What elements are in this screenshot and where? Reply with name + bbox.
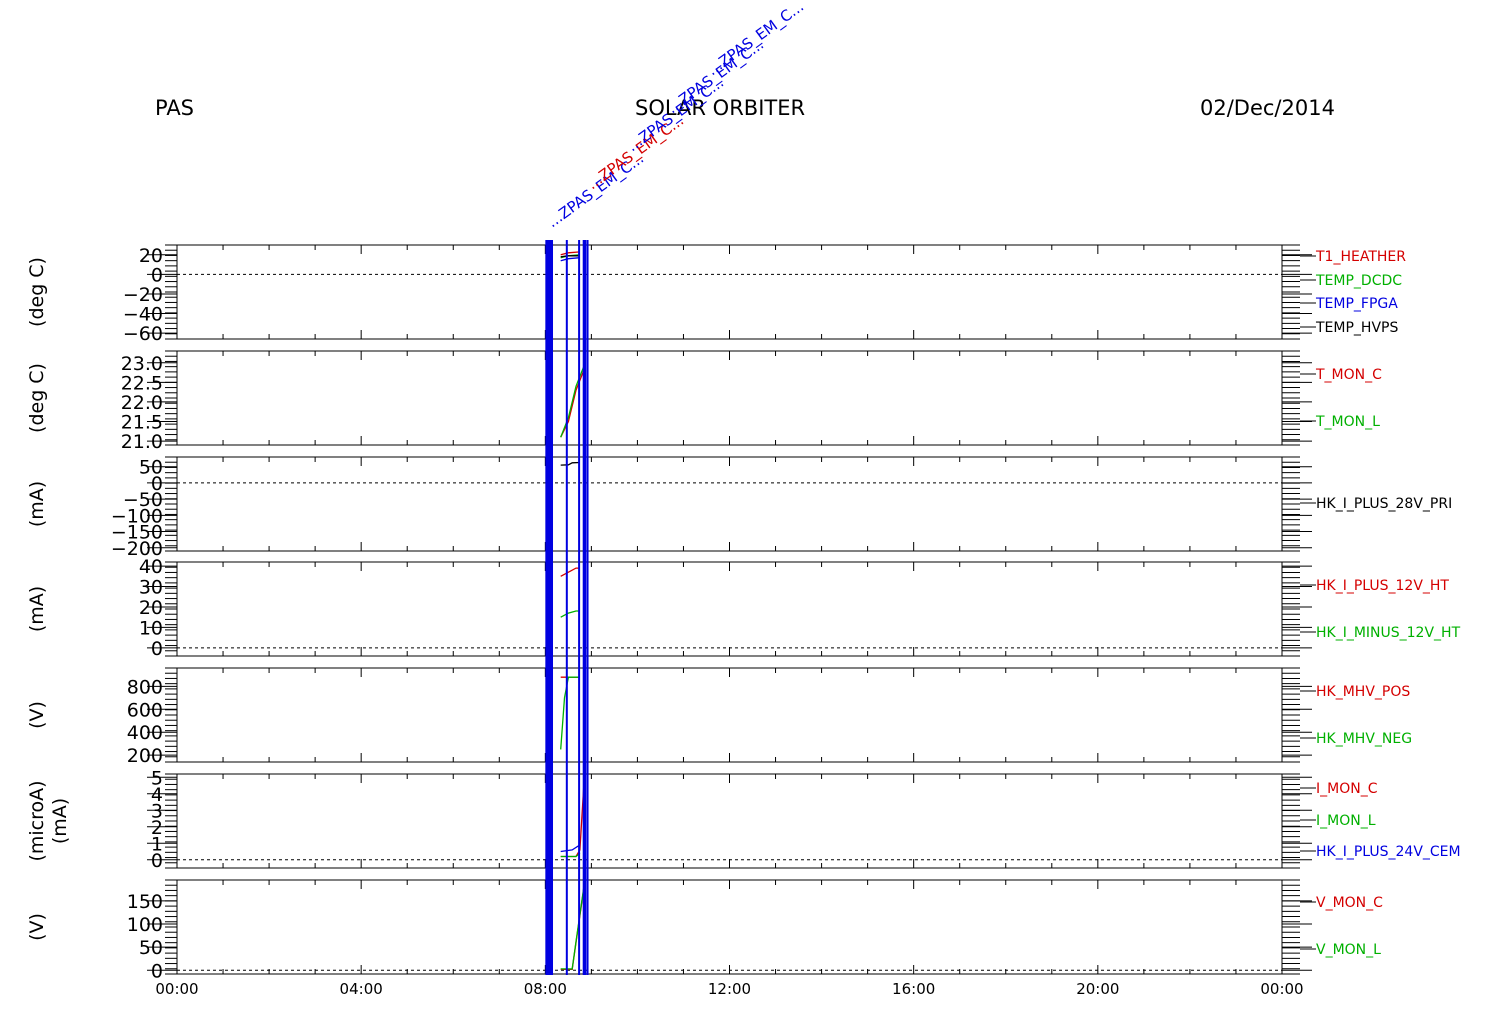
y-tick-label: 20 — [139, 597, 163, 619]
y-tick-label: 22.0 — [121, 392, 163, 414]
header-date: 02/Dec/2014 — [1200, 96, 1335, 120]
legend-label: I_MON_L — [1316, 813, 1376, 829]
y-tick-label: 200 — [127, 745, 163, 767]
legend-label: TEMP_DCDC — [1315, 273, 1402, 289]
series-line-temp_fpga — [560, 257, 580, 262]
series-line-t_mon_l — [560, 366, 585, 438]
panel-frame — [176, 244, 1283, 340]
y-tick-label: 10 — [139, 617, 163, 639]
panel-frame — [176, 456, 1283, 552]
series-line-temp_hvps — [560, 255, 580, 258]
legend-label: HK_I_PLUS_28V_PRI — [1316, 496, 1452, 512]
x-tick-label: 04:00 — [340, 980, 383, 998]
legend-label: V_MON_L — [1316, 942, 1381, 958]
panel-frame — [176, 350, 1283, 446]
y-axis-label: (deg C) — [26, 363, 48, 433]
y-tick-label: 600 — [127, 699, 163, 721]
y-tick-label: 50 — [139, 937, 163, 959]
marker-annotation: ...ZPAS_EM_C... — [704, 0, 808, 80]
y-axis-label: (V) — [26, 913, 48, 941]
panels-layer: −60−40−20020(deg C)T1_HEATHERTEMP_DCDCTE… — [26, 244, 1461, 982]
y-tick-label: 0 — [151, 638, 163, 660]
y-tick-label: 0 — [151, 960, 163, 982]
header-instrument: PAS — [155, 96, 194, 120]
panel-frame — [176, 561, 1283, 657]
series-line-v_mon_c — [560, 889, 585, 971]
x-axis: 00:00 04:00 08:00 12:00 16:00 20:00 00:00 — [155, 980, 1303, 998]
y-tick-label: 800 — [127, 676, 163, 698]
y-tick-label: 21.5 — [121, 412, 163, 434]
x-tick-label: 08:00 — [524, 980, 567, 998]
legend-label: HK_I_MINUS_12V_HT — [1316, 625, 1461, 641]
y-tick-label: 30 — [139, 577, 163, 599]
y-tick-label: 0 — [151, 264, 163, 286]
panel-6: 012345(microA) (mA)I_MON_CI_MON_LHK_I_PLU… — [26, 767, 1461, 871]
series-line-v_mon_l — [560, 887, 585, 970]
y-axis-label: (microA) — [26, 780, 48, 861]
series-line-hk_mhv_neg — [560, 676, 580, 750]
y-tick-label: 40 — [139, 556, 163, 578]
legend-label: HK_MHV_NEG — [1316, 731, 1412, 747]
legend-label: T1_HEATHER — [1315, 249, 1406, 265]
markers-layer — [545, 240, 589, 975]
y-axis-label-2: (mA) — [49, 798, 71, 844]
y-tick-label: 20 — [139, 245, 163, 267]
y-axis-label: (mA) — [26, 481, 48, 527]
legend-label: T_MON_L — [1315, 414, 1380, 430]
series-line-hk_i_plus_12v_ht — [560, 567, 580, 577]
legend-label: HK_I_PLUS_12V_HT — [1316, 578, 1449, 594]
y-tick-label: 400 — [127, 722, 163, 744]
series-line-i_mon_c — [560, 787, 585, 858]
legend-label: T_MON_C — [1315, 367, 1382, 383]
panel-7: 050100150 (V) V_MON_C V_MON_L — [26, 879, 1383, 982]
x-tick-label: 12:00 — [708, 980, 751, 998]
y-tick-label: 21.0 — [121, 431, 163, 453]
series-line-hk_i_plus_24v_cem — [560, 844, 581, 853]
x-tick-label: 00:00 — [1260, 980, 1303, 998]
panel-1: −60−40−20020 (deg C) T1_HEATHER TEMP_DCDC TE… — [26, 244, 1406, 345]
legend-label: HK_MHV_POS — [1316, 684, 1410, 700]
series-line-hk_i_plus_28v_pri — [560, 461, 580, 466]
panel-frame — [176, 773, 1283, 869]
panel-3: −200−150−100−50050(mA) HK_I_PLUS_28V_PRI — [26, 456, 1452, 560]
panel-frame — [176, 667, 1283, 763]
legend-label: V_MON_C — [1316, 895, 1383, 911]
y-tick-label: 100 — [127, 914, 163, 936]
y-tick-label: 23.0 — [121, 353, 163, 375]
y-axis-label: (mA) — [26, 586, 48, 632]
y-tick-label: −60 — [123, 323, 163, 345]
x-tick-label: 16:00 — [892, 980, 935, 998]
series-line-t1_heather — [560, 251, 580, 256]
y-axis-label: (deg C) — [26, 257, 48, 327]
marker-band — [545, 240, 554, 975]
x-tick-label: 00:00 — [155, 980, 198, 998]
legend-label: HK_I_PLUS_24V_CEM — [1316, 844, 1461, 860]
series-line-hk_i_minus_12v_ht — [560, 610, 580, 618]
panel-5: 200400600800 (V) HK_MHV_POS HK_MHV_NEG — [26, 667, 1412, 767]
x-tick-label: 20:00 — [1076, 980, 1119, 998]
y-tick-label: −40 — [123, 304, 163, 326]
panel-frame — [176, 879, 1283, 975]
y-tick-label: 50 — [139, 457, 163, 479]
pas-housekeeping-plot: PAS SOLAR ORBITER 02/Dec/2014 ...ZPAS_EM… — [26, 0, 1461, 998]
panel-2: 21.021.522.022.523.0 (deg C) T_MON_C T_MON_… — [26, 350, 1382, 453]
y-axis-label: (V) — [26, 701, 48, 729]
panel-4: 010203040 (mA) HK_I_PLUS_12V_HT HK_I_MINUS_… — [26, 556, 1461, 660]
y-tick-label: 5 — [151, 767, 163, 789]
y-tick-label: 22.5 — [121, 372, 163, 394]
y-tick-label: −20 — [123, 284, 163, 306]
legend-label: TEMP_HVPS — [1315, 320, 1398, 336]
legend-label: TEMP_FPGA — [1315, 296, 1398, 312]
legend-label: I_MON_C — [1316, 781, 1378, 797]
y-tick-label: 150 — [127, 891, 163, 913]
